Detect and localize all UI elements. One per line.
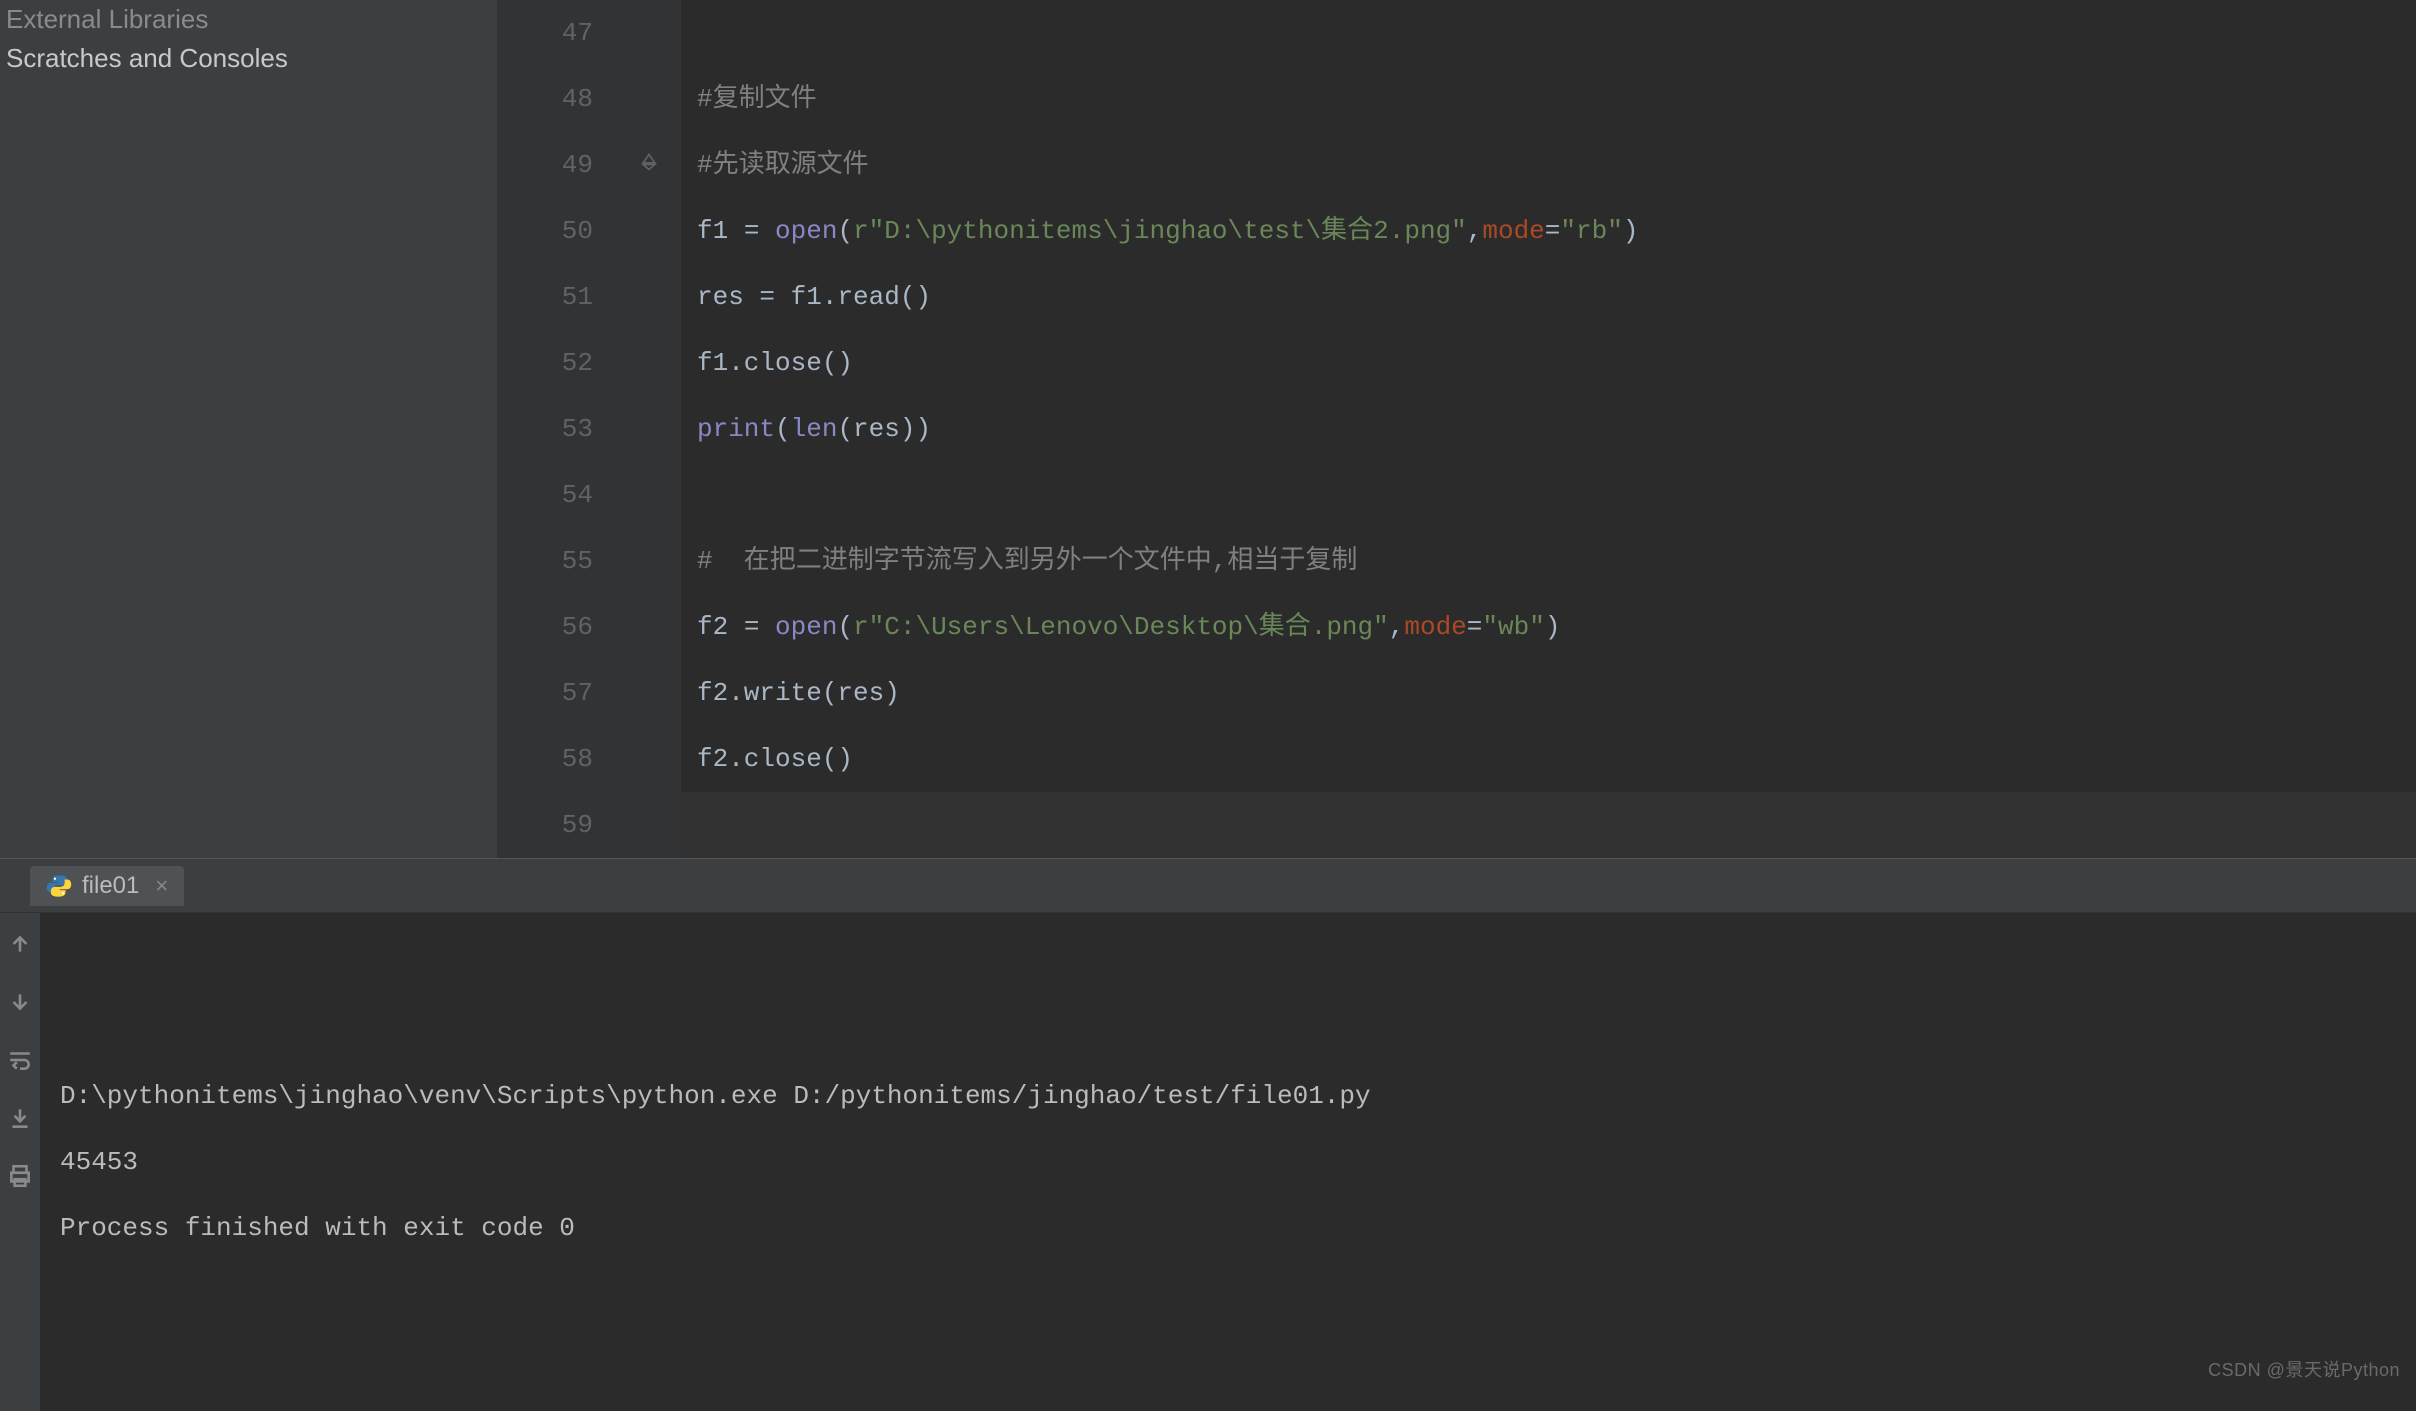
close-icon[interactable]: × — [155, 873, 168, 899]
code-token: r"C:\Users\Lenovo\Desktop\集合.png" — [853, 594, 1389, 660]
down-arrow-icon[interactable] — [7, 989, 33, 1023]
project-tree[interactable]: External Libraries Scratches and Console… — [0, 0, 498, 858]
code-token: = — [1467, 594, 1483, 660]
code-token: , — [1389, 594, 1405, 660]
code-token: = — [759, 264, 790, 330]
code-area[interactable]: #复制文件#先读取源文件f1 = open(r"D:\pythonitems\j… — [681, 0, 2416, 858]
code-line[interactable]: f1.close() — [681, 330, 2416, 396]
code-token: (res)) — [837, 396, 931, 462]
ide-root: External Libraries Scratches and Console… — [0, 0, 2416, 1315]
code-token: = — [744, 198, 775, 264]
code-token: print — [697, 396, 775, 462]
run-tab-bar: file01 × — [0, 859, 2416, 913]
run-panel: file01 × D:\pythonitems\jinghao\venv\Scr… — [0, 858, 2416, 1411]
code-line[interactable] — [681, 792, 2416, 858]
console-line: D:\pythonitems\jinghao\venv\Scripts\pyth… — [60, 1063, 2396, 1129]
fold-marker-icon[interactable] — [639, 152, 659, 179]
line-number: 57 — [498, 660, 593, 726]
run-tab-label: file01 — [82, 872, 139, 900]
code-line[interactable]: f2.close() — [681, 726, 2416, 792]
scroll-to-end-icon[interactable] — [7, 1105, 33, 1139]
top-split: External Libraries Scratches and Console… — [0, 0, 2416, 858]
code-line[interactable] — [681, 0, 2416, 66]
code-token: f2.write(res) — [697, 660, 900, 726]
line-number: 56 — [498, 594, 593, 660]
print-icon[interactable] — [7, 1163, 33, 1197]
up-arrow-icon[interactable] — [7, 931, 33, 965]
code-token: res — [697, 264, 759, 330]
code-token: , — [1467, 198, 1483, 264]
tree-scratches[interactable]: Scratches and Consoles — [0, 39, 497, 78]
code-line[interactable]: f2 = open(r"C:\Users\Lenovo\Desktop\集合.p… — [681, 594, 2416, 660]
run-toolbar — [0, 913, 40, 1411]
line-number: 55 — [498, 528, 593, 594]
code-token: f1.close() — [697, 330, 853, 396]
console-output[interactable]: D:\pythonitems\jinghao\venv\Scripts\pyth… — [40, 913, 2416, 1411]
soft-wrap-icon[interactable] — [7, 1047, 33, 1081]
line-number: 47 — [498, 0, 593, 66]
code-token: "wb" — [1482, 594, 1544, 660]
line-number: 48 — [498, 66, 593, 132]
code-line[interactable]: f2.write(res) — [681, 660, 2416, 726]
code-editor[interactable]: 47484950515253545556575859 #复制文件#先读取源文件f… — [498, 0, 2416, 858]
code-token: len — [791, 396, 838, 462]
fold-gutter — [633, 0, 681, 858]
code-token: open — [775, 594, 837, 660]
code-line[interactable]: res = f1.read() — [681, 264, 2416, 330]
console-line: 45453 — [60, 1129, 2396, 1195]
line-number: 50 — [498, 198, 593, 264]
code-token: ( — [837, 198, 853, 264]
run-body: D:\pythonitems\jinghao\venv\Scripts\pyth… — [0, 913, 2416, 1411]
console-line: Process finished with exit code 0 — [60, 1195, 2396, 1261]
code-token: "rb" — [1560, 198, 1622, 264]
code-line[interactable]: #先读取源文件 — [681, 132, 2416, 198]
code-line[interactable]: #复制文件 — [681, 66, 2416, 132]
code-line[interactable]: # 在把二进制字节流写入到另外一个文件中,相当于复制 — [681, 528, 2416, 594]
line-number: 49 — [498, 132, 593, 198]
code-line[interactable]: print(len(res)) — [681, 396, 2416, 462]
code-line[interactable] — [681, 462, 2416, 528]
watermark: CSDN @景天说Python — [2208, 1337, 2400, 1403]
line-number: 52 — [498, 330, 593, 396]
code-token: = — [1545, 198, 1561, 264]
code-token: ) — [1623, 198, 1639, 264]
line-number: 59 — [498, 792, 593, 858]
code-token: f2 — [697, 594, 744, 660]
tree-external-libraries[interactable]: External Libraries — [0, 0, 497, 39]
code-token: mode — [1404, 594, 1466, 660]
code-token: # 在把二进制字节流写入到另外一个文件中,相当于复制 — [697, 528, 1357, 594]
code-token: r"D:\pythonitems\jinghao\test\集合2.png" — [853, 198, 1467, 264]
python-icon — [46, 873, 72, 899]
run-tab-file01[interactable]: file01 × — [30, 866, 184, 906]
code-token: ( — [775, 396, 791, 462]
code-line[interactable]: f1 = open(r"D:\pythonitems\jinghao\test\… — [681, 198, 2416, 264]
line-number: 51 — [498, 264, 593, 330]
code-token: f1 — [697, 198, 744, 264]
code-token: = — [744, 594, 775, 660]
code-token: ) — [1545, 594, 1561, 660]
code-token: #复制文件 — [697, 66, 817, 132]
code-token: #先读取源文件 — [697, 132, 869, 198]
code-token: f1.read() — [791, 264, 931, 330]
line-number: 54 — [498, 462, 593, 528]
line-number: 58 — [498, 726, 593, 792]
code-token: f2.close() — [697, 726, 853, 792]
line-number-gutter: 47484950515253545556575859 — [498, 0, 633, 858]
code-token: mode — [1482, 198, 1544, 264]
line-number: 53 — [498, 396, 593, 462]
code-token: ( — [837, 594, 853, 660]
code-token: open — [775, 198, 837, 264]
